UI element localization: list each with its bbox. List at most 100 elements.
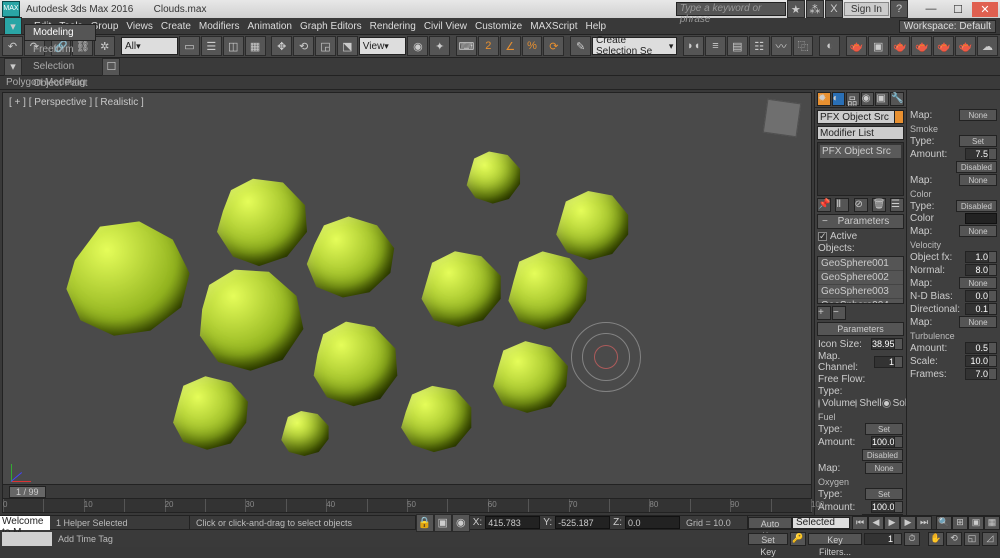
menu-modifiers[interactable]: Modifiers [195,20,244,33]
schematic-icon[interactable]: ⿻ [793,36,814,56]
next-frame-icon[interactable]: ▶ [900,516,916,530]
app-menu-icon[interactable]: ▾ [4,17,22,35]
display-tab-icon[interactable]: ▣ [875,92,889,106]
smoke-disabled-button[interactable]: Disabled [956,161,997,173]
prev-frame-icon[interactable]: ◀ [868,516,884,530]
map-channel-spinner[interactable]: 1 [874,356,903,368]
menu-graph-editors[interactable]: Graph Editors [296,20,366,33]
vel-map-button[interactable]: None [959,277,997,289]
ribbon-tab-freeform[interactable]: Freeform [24,41,96,58]
map-button[interactable]: None [959,109,997,121]
move-icon[interactable]: ✥ [271,36,292,56]
layer-icon[interactable]: ▤ [727,36,748,56]
window-crossing-icon[interactable]: ▦ [245,36,266,56]
goto-start-icon[interactable]: ⏮ [852,516,868,530]
fuel-disabled-button[interactable]: Disabled [862,449,903,461]
goto-end-icon[interactable]: ⏭ [916,516,932,530]
render-production-icon[interactable]: 🫖 [890,36,911,56]
menu-animation[interactable]: Animation [243,20,295,33]
utilities-tab-icon[interactable]: 🔧 [890,92,904,106]
active-checkbox[interactable] [818,232,827,241]
zoom-all-icon[interactable]: ⊞ [952,516,968,530]
infocenter-icon[interactable]: ★ [787,0,805,18]
list-item[interactable]: GeoSphere003 [818,285,903,299]
maxscript-listener[interactable]: Welcome to M [0,516,50,530]
geosphere-object[interactable] [213,173,313,268]
list-item[interactable]: GeoSphere004 [818,299,903,304]
viewport-label[interactable]: [ + ] [ Perspective ] [ Realistic ] [9,97,144,108]
menu-create[interactable]: Create [157,20,195,33]
manipulate-icon[interactable]: ✦ [429,36,450,56]
vel-map2-button[interactable]: None [959,316,997,328]
ribbon-tab-selection[interactable]: Selection [24,58,96,75]
oxy-amount-spinner[interactable]: 100.0 [871,501,903,513]
menu-help[interactable]: Help [581,20,610,33]
pan-icon[interactable]: ✋ [928,532,944,546]
configure-icon[interactable]: ☰ [890,198,904,212]
bind-spacewarp-icon[interactable]: ✲ [94,36,115,56]
edit-named-sel-icon[interactable]: ✎ [570,36,591,56]
fov-icon[interactable]: ◿ [982,532,998,546]
pin-stack-icon[interactable]: 📌 [817,198,831,212]
color-type-button[interactable]: Disabled [956,200,997,212]
menu-civil-view[interactable]: Civil View [420,20,471,33]
rollout-header2[interactable]: Parameters [817,322,904,336]
unique-icon[interactable]: ⊘ [854,198,868,212]
maxview-icon[interactable]: ◱ [964,532,980,546]
objfx-spinner[interactable]: 1.0 [965,251,997,263]
named-selection-dropdown[interactable]: Create Selection Se ▾ [592,37,677,55]
type-shell-radio[interactable] [855,399,857,408]
stack-item[interactable]: PFX Object Src [820,145,901,158]
selection-filter-dropdown[interactable]: All ▾ [121,37,178,55]
isolate-icon[interactable]: ▣ [434,514,452,532]
render-iterative-icon[interactable]: 🫖 [911,36,932,56]
scale-icon[interactable]: ◲ [315,36,336,56]
modifier-list-dropdown[interactable]: Modifier List [817,126,904,140]
geosphere-object[interactable] [168,373,253,453]
subscription-icon[interactable]: ⁂ [806,0,824,18]
keymode-dropdown[interactable]: Selected [792,517,850,529]
geosphere-object[interactable] [193,263,308,373]
key-icon[interactable]: 🔑 [790,532,806,546]
geosphere-object[interactable] [303,213,398,301]
rotate-icon[interactable]: ⟲ [293,36,314,56]
maximize-button[interactable]: ☐ [945,2,971,17]
undo-icon[interactable]: ↶ [2,36,23,56]
smoke-map-button[interactable]: None [959,174,997,186]
geosphere-object[interactable] [488,338,573,416]
hierarchy-tab-icon[interactable]: 品 [846,92,860,106]
color-map-button[interactable]: None [959,225,997,237]
helper-gizmo[interactable] [571,322,641,392]
align-icon[interactable]: ≡ [705,36,726,56]
type-solid-radio[interactable] [882,399,891,408]
smoke-type-button[interactable]: Set [959,135,997,147]
fuel-type-button[interactable]: Set [865,423,903,435]
placement-icon[interactable]: ⬔ [337,36,358,56]
timeline-ruler[interactable]: 0102030405060708090100 [3,498,811,512]
signin-button[interactable]: Sign In [844,2,889,16]
fuel-amount-spinner[interactable]: 100.0 [871,436,903,448]
time-slider-thumb[interactable]: 1 / 99 [9,486,46,498]
modifier-stack[interactable]: PFX Object Src [817,142,904,196]
z-coord-field[interactable]: 0.0 [625,516,680,529]
remove-obj-icon[interactable]: − [832,306,846,320]
zoom-extents-all-icon[interactable]: ▦ [984,516,1000,530]
play-icon[interactable]: ▶ [884,516,900,530]
keyboard-shortcut-icon[interactable]: ⌨ [456,36,477,56]
geosphere-object[interactable] [553,188,633,263]
zoom-icon[interactable]: 🔍 [936,516,952,530]
refcoord-dropdown[interactable]: View ▾ [359,37,407,55]
select-name-icon[interactable]: ☰ [201,36,222,56]
geosphere-object[interactable] [278,408,333,458]
snap-percent-icon[interactable]: % [522,36,543,56]
close-button[interactable]: ✕ [972,2,998,17]
list-item[interactable]: GeoSphere002 [818,271,903,285]
x-coord-field[interactable]: 415.783 [485,516,540,529]
ribbon-minimize-icon[interactable]: ▾ [4,58,22,76]
ribbon-expand-icon[interactable]: ☐ [102,58,120,76]
lock-selection-icon[interactable]: 🔒 [416,514,434,532]
y-coord-field[interactable]: -525.187 [555,516,610,529]
list-item[interactable]: GeoSphere001 [818,257,903,271]
toggle-ribbon-icon[interactable]: ☷ [749,36,770,56]
geosphere-object[interactable] [503,248,593,333]
